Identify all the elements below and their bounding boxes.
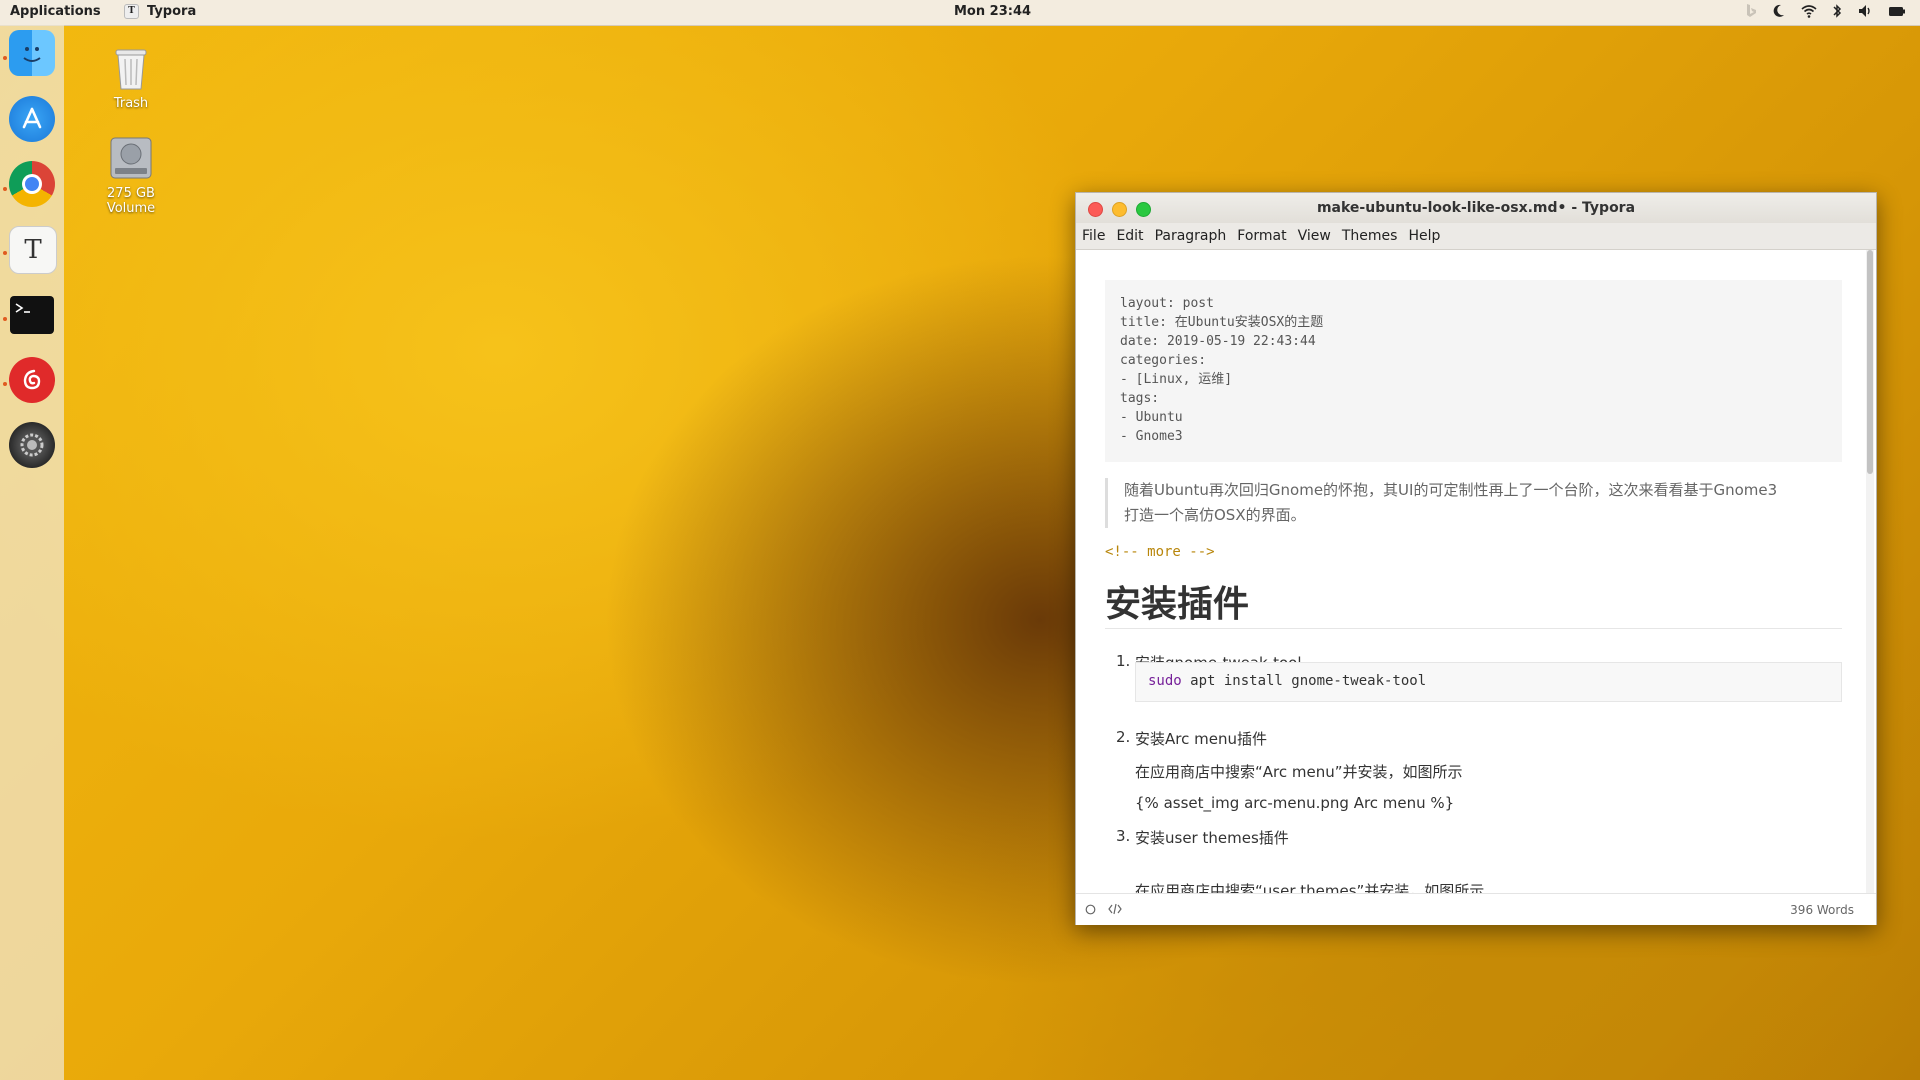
bing-icon[interactable] <box>1745 3 1757 19</box>
night-light-icon[interactable] <box>1772 3 1786 19</box>
blockquote-line: 打造一个高仿OSX的界面。 <box>1124 506 1306 524</box>
typora-small-icon: T <box>124 4 139 19</box>
menu-themes[interactable]: Themes <box>1342 228 1398 244</box>
list-number: 3. <box>1116 827 1131 845</box>
yaml-line: layout: post <box>1120 296 1214 311</box>
volume-desktop-icon[interactable]: 275 GB Volume <box>86 134 176 216</box>
menu-paragraph[interactable]: Paragraph <box>1155 228 1227 244</box>
volume-size-label: 275 GB <box>107 186 155 201</box>
dock: T <box>0 25 64 1080</box>
running-indicator <box>3 317 7 321</box>
yaml-line: - Gnome3 <box>1120 429 1183 444</box>
source-code-mode-icon[interactable] <box>1108 903 1122 915</box>
trash-icon <box>115 49 147 90</box>
app-store-icon[interactable] <box>9 96 55 142</box>
chrome-core <box>25 177 39 191</box>
bluetooth-icon[interactable] <box>1832 3 1842 19</box>
volume-icon[interactable] <box>1857 3 1873 19</box>
list-item[interactable]: 安装Arc menu插件 <box>1135 728 1267 749</box>
typora-icon[interactable]: T <box>9 226 57 274</box>
menu-bar: File Edit Paragraph Format View Themes H… <box>1076 223 1876 250</box>
code-text: apt install gnome-tweak-tool <box>1181 673 1427 689</box>
paragraph[interactable]: {% asset_img arc-menu.png Arc menu %} <box>1135 794 1454 812</box>
running-indicator <box>3 187 7 191</box>
window-title: make-ubuntu-look-like-osx.md• - Typora <box>1316 200 1636 216</box>
editor-content[interactable]: layout: post title: 在Ubuntu安装OSX的主题 date… <box>1076 250 1864 893</box>
scrollbar-thumb[interactable] <box>1867 250 1873 474</box>
menu-help[interactable]: Help <box>1408 228 1440 244</box>
terminal-icon[interactable] <box>10 296 54 334</box>
chrome-icon[interactable] <box>9 161 55 207</box>
yaml-line: categories: <box>1120 353 1207 368</box>
menu-edit[interactable]: Edit <box>1116 228 1143 244</box>
code-block[interactable]: sudo apt install gnome-tweak-tool <box>1135 662 1842 702</box>
top-panel: Applications T Typora Mon 23:44 <box>0 0 1920 26</box>
yaml-front-matter[interactable]: layout: post title: 在Ubuntu安装OSX的主题 date… <box>1105 280 1842 462</box>
status-bar: 396 Words <box>1076 893 1876 925</box>
paragraph[interactable]: 在应用商店中搜索“user themes”并安装，如图所示 <box>1135 880 1484 893</box>
battery-icon[interactable] <box>1888 3 1906 19</box>
list-item[interactable]: 安装user themes插件 <box>1135 827 1289 848</box>
window-titlebar[interactable]: make-ubuntu-look-like-osx.md• - Typora <box>1076 193 1876 223</box>
settings-icon[interactable] <box>9 422 55 468</box>
word-count[interactable]: 396 Words <box>1790 903 1854 917</box>
running-indicator <box>3 251 7 255</box>
list-number: 2. <box>1116 728 1131 746</box>
wifi-icon[interactable] <box>1801 3 1817 19</box>
menu-view[interactable]: View <box>1298 228 1331 244</box>
blockquote[interactable]: 随着Ubuntu再次回归Gnome的怀抱，其UI的可定制性再上了一个台阶，这次来… <box>1105 478 1842 528</box>
typora-window[interactable]: make-ubuntu-look-like-osx.md• - Typora F… <box>1075 192 1877 925</box>
paragraph[interactable]: 在应用商店中搜索“Arc menu”并安装，如图所示 <box>1135 761 1463 782</box>
active-app-menu[interactable]: T Typora <box>124 4 196 19</box>
system-tray[interactable] <box>1745 3 1906 19</box>
yaml-line: - [Linux, 运维] <box>1120 372 1233 387</box>
applications-menu[interactable]: Applications <box>10 4 101 19</box>
volume-name-label: Volume <box>106 201 156 216</box>
chrome-center <box>22 174 42 194</box>
running-indicator <box>3 382 7 386</box>
heading-install-plugins[interactable]: 安装插件 <box>1105 575 1249 627</box>
yaml-line: title: 在Ubuntu安装OSX的主题 <box>1120 315 1324 330</box>
trash-label: Trash <box>113 96 149 111</box>
list-number: 1. <box>1116 652 1131 670</box>
blockquote-line: 随着Ubuntu再次回归Gnome的怀抱，其UI的可定制性再上了一个台阶，这次来… <box>1124 481 1778 499</box>
html-comment[interactable]: <!-- more --> <box>1105 544 1215 560</box>
running-indicator <box>3 56 7 60</box>
finder-icon[interactable] <box>9 30 55 76</box>
vertical-scrollbar[interactable] <box>1866 250 1874 893</box>
netease-music-icon[interactable] <box>9 357 55 403</box>
menu-format[interactable]: Format <box>1237 228 1286 244</box>
trash-desktop-icon[interactable]: Trash <box>86 44 176 111</box>
active-app-label: Typora <box>147 4 197 19</box>
yaml-line: tags: <box>1120 391 1160 406</box>
code-keyword: sudo <box>1148 673 1182 689</box>
yaml-line: date: 2019-05-19 22:43:44 <box>1120 334 1316 349</box>
clock[interactable]: Mon 23:44 <box>954 4 1031 19</box>
outline-toggle-icon[interactable] <box>1085 904 1096 915</box>
heading-divider <box>1105 628 1842 629</box>
typora-glyph: T <box>24 235 42 265</box>
hard-drive-icon <box>110 137 152 179</box>
menu-file[interactable]: File <box>1082 228 1105 244</box>
yaml-line: - Ubuntu <box>1120 410 1183 425</box>
